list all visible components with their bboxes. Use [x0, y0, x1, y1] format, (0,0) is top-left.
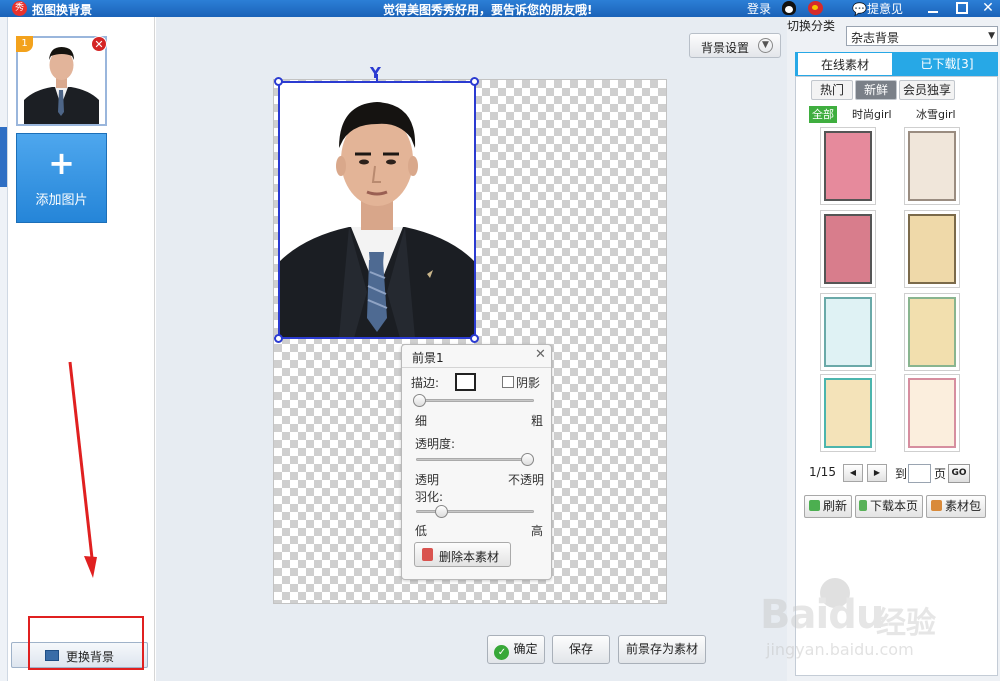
tab-online[interactable]: 在线素材: [797, 52, 893, 76]
confirm-button[interactable]: ✓ 确定: [487, 635, 545, 664]
resize-handle-top-right[interactable]: [470, 77, 479, 86]
material-tile[interactable]: [820, 210, 876, 288]
stroke-slider-knob[interactable]: [413, 394, 426, 407]
filter-fashion-girl[interactable]: 时尚girl: [852, 106, 892, 123]
refresh-icon: [809, 500, 820, 511]
confirm-label: 确定: [513, 642, 538, 656]
watermark-cn: 经验: [876, 606, 936, 641]
prev-page-button[interactable]: ◀: [843, 464, 863, 482]
material-tile[interactable]: [820, 293, 876, 371]
material-tile[interactable]: [904, 293, 960, 371]
stroke-slider-track[interactable]: [416, 399, 534, 402]
shadow-checkbox[interactable]: [502, 376, 514, 388]
download-icon: [859, 500, 867, 511]
delete-material-button[interactable]: 删除本素材: [414, 542, 511, 567]
background-settings-label: 背景设置: [701, 41, 750, 55]
download-page-button[interactable]: 下载本页: [855, 495, 923, 518]
resize-handle-top-left[interactable]: [274, 77, 283, 86]
dropdown-arrow-icon: ▼: [988, 31, 995, 41]
package-icon: [931, 500, 942, 511]
stroke-color-swatch[interactable]: [455, 373, 476, 391]
go-button[interactable]: GO: [948, 464, 970, 483]
check-icon: ✓: [494, 645, 510, 660]
slogan-text: 觉得美图秀秀好用，要告诉您的朋友哦!: [383, 3, 593, 17]
switch-category-label: 切换分类: [787, 19, 836, 33]
material-pack-label: 素材包: [945, 499, 982, 513]
stroke-label: 描边:: [411, 376, 440, 390]
subtab-hot[interactable]: 热门: [811, 80, 853, 100]
resize-handle-bottom-right[interactable]: [470, 334, 479, 343]
feedback-label: 提意见: [866, 2, 903, 16]
foreground-panel-title: 前景1: [412, 351, 444, 365]
chevron-down-icon: ▼: [758, 38, 773, 53]
download-page-label: 下载本页: [870, 499, 919, 513]
feather-slider-knob[interactable]: [435, 505, 448, 518]
material-tile[interactable]: [820, 127, 876, 205]
baidu-watermark: Baidu 经验 jingyan.baidu.com: [760, 578, 960, 668]
feather-slider-track[interactable]: [416, 510, 534, 513]
low-label: 低: [415, 524, 428, 538]
close-window-button[interactable]: ✕: [978, 0, 998, 17]
subtab-new[interactable]: 新鲜: [855, 80, 897, 100]
save-button[interactable]: 保存: [552, 635, 610, 664]
category-select[interactable]: 杂志背景 ▼: [846, 26, 998, 46]
resize-handle-bottom-left[interactable]: [274, 334, 283, 343]
page-indicator: 1/15: [809, 465, 836, 479]
transparent-label: 透明: [415, 473, 440, 487]
opacity-slider-knob[interactable]: [521, 453, 534, 466]
trash-icon: [422, 548, 433, 561]
divider: [402, 367, 551, 368]
material-tile[interactable]: [904, 374, 960, 452]
weibo-icon[interactable]: [808, 1, 823, 15]
refresh-button[interactable]: 刷新: [804, 495, 852, 518]
high-label: 高: [531, 524, 544, 538]
goto-label: 到: [895, 467, 908, 481]
subtab-vip[interactable]: 会员独享: [899, 80, 955, 100]
page-number-input[interactable]: [908, 464, 931, 483]
next-page-button[interactable]: ▶: [867, 464, 887, 482]
save-foreground-button[interactable]: 前景存为素材: [618, 635, 706, 664]
page-label: 页: [934, 467, 947, 481]
login-link[interactable]: 登录: [747, 0, 771, 17]
material-tile[interactable]: [820, 374, 876, 452]
shadow-label: 阴影: [516, 376, 541, 390]
watermark-brand: Baidu: [760, 592, 884, 638]
maximize-button[interactable]: [956, 2, 968, 14]
opacity-label: 透明度:: [415, 437, 456, 451]
refresh-label: 刷新: [823, 499, 848, 513]
filter-all[interactable]: 全部: [809, 106, 837, 123]
close-icon[interactable]: ✕: [535, 347, 546, 362]
qq-icon[interactable]: [782, 1, 796, 15]
selection-box: [278, 81, 476, 339]
chat-icon: 💬: [852, 2, 867, 16]
thick-label: 粗: [531, 414, 544, 428]
feedback-link[interactable]: 💬提意见: [852, 0, 903, 17]
category-value: 杂志背景: [851, 31, 900, 45]
delete-material-label: 删除本素材: [439, 550, 500, 564]
filter-ice-girl[interactable]: 冰雪girl: [916, 106, 956, 123]
thin-label: 细: [415, 414, 428, 428]
rotate-handle-icon[interactable]: Y: [370, 64, 381, 82]
material-tile[interactable]: [904, 210, 960, 288]
red-arrow-annotation: [68, 361, 97, 578]
opaque-label: 不透明: [508, 473, 545, 487]
red-highlight-box: [28, 616, 144, 670]
minimize-button[interactable]: [922, 0, 944, 17]
opacity-slider-track[interactable]: [416, 458, 534, 461]
material-pack-button[interactable]: 素材包: [926, 495, 986, 518]
tab-downloaded[interactable]: 已下载[3]: [897, 52, 997, 76]
watermark-url: jingyan.baidu.com: [766, 640, 914, 659]
feather-label: 羽化:: [415, 490, 444, 504]
material-tile[interactable]: [904, 127, 960, 205]
foreground-panel: 前景1 ✕ 描边: 阴影 细 粗 透明度: 透明 不透明 羽化: 低 高 删除本…: [401, 344, 552, 580]
background-settings-button[interactable]: 背景设置 ▼: [689, 33, 781, 58]
